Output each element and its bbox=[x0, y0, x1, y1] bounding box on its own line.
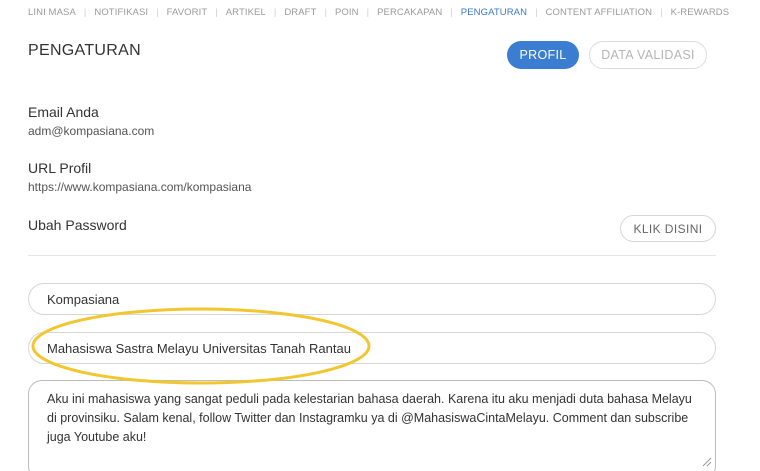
nav-item-percakapan[interactable]: PERCAKAPAN bbox=[377, 7, 442, 18]
ubah-password-button[interactable]: KLIK DISINI bbox=[620, 215, 716, 242]
nav-item-draft[interactable]: DRAFT bbox=[284, 7, 316, 18]
ubah-password-label: Ubah Password bbox=[28, 217, 127, 233]
nav-separator: | bbox=[156, 6, 159, 18]
bio-textarea[interactable]: Aku ini mahasiswa yang sangat peduli pad… bbox=[28, 380, 716, 471]
nav-separator: | bbox=[324, 6, 327, 18]
name-field[interactable]: Kompasiana bbox=[28, 283, 716, 315]
tagline-field[interactable]: Mahasiswa Sastra Melayu Universitas Tana… bbox=[28, 332, 716, 364]
email-value: adm@kompasiana.com bbox=[28, 124, 155, 138]
url-profil-value: https://www.kompasiana.com/kompasiana bbox=[28, 180, 252, 194]
nav-separator: | bbox=[366, 6, 370, 18]
page-title: PENGATURAN bbox=[28, 42, 141, 59]
nav-item-notifikasi[interactable]: NOTIFIKASI bbox=[94, 7, 148, 18]
nav-item-artikel[interactable]: ARTIKEL bbox=[226, 7, 266, 18]
nav-item-favorit[interactable]: FAVORIT bbox=[167, 7, 208, 18]
nav-item-content-affiliation[interactable]: CONTENT AFFILIATION bbox=[546, 7, 653, 18]
nav-separator: | bbox=[450, 6, 453, 18]
profil-button[interactable]: PROFIL bbox=[507, 41, 579, 69]
nav-item-poin[interactable]: POIN bbox=[335, 7, 359, 18]
nav-separator: | bbox=[215, 6, 218, 18]
nav-separator: | bbox=[660, 6, 663, 18]
nav-item-pengaturan[interactable]: PENGATURAN bbox=[461, 7, 527, 18]
nav-separator: | bbox=[535, 6, 538, 18]
nav-item-k-rewards[interactable]: K-REWARDS bbox=[671, 7, 730, 18]
url-profil-label: URL Profil bbox=[28, 160, 92, 176]
nav-separator: | bbox=[273, 6, 277, 18]
resize-handle-icon[interactable] bbox=[702, 457, 712, 467]
data-validasi-button[interactable]: DATA VALIDASI bbox=[589, 41, 707, 69]
email-label: Email Anda bbox=[28, 104, 99, 120]
nav-separator: | bbox=[83, 6, 87, 18]
top-navigation: LINI MASA | NOTIFIKASI | FAVORIT | ARTIKEL |… bbox=[28, 6, 729, 18]
nav-item-lini-masa[interactable]: LINI MASA bbox=[28, 7, 76, 18]
section-divider bbox=[28, 255, 716, 256]
